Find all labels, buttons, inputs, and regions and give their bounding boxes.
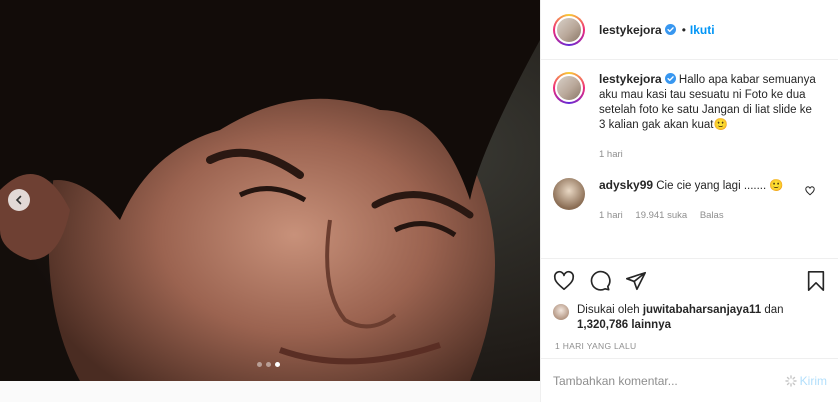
comments-section: lestykejora Hallo apa kabar semuanya aku…: [541, 60, 838, 258]
reply-username[interactable]: adysky99: [599, 178, 653, 192]
reply-text: Cie cie yang lagi ....... 🙂: [656, 180, 784, 192]
carousel-dots: [257, 362, 280, 367]
caption-avatar[interactable]: [553, 72, 585, 104]
carousel-dot: [257, 362, 262, 367]
share-icon[interactable]: [625, 270, 647, 292]
post-comment-label: Kirim: [799, 373, 827, 388]
likes-summary: Disukai oleh juwitabaharsanjaya11 dan 1,…: [553, 303, 827, 333]
reply-time[interactable]: 1 hari: [599, 210, 623, 221]
carousel-prev-button[interactable]: [8, 189, 30, 211]
likes-prefix: Disukai oleh: [577, 304, 640, 316]
post-comment-button[interactable]: Kirim: [784, 373, 827, 388]
header-separator: •: [681, 22, 686, 37]
likes-others[interactable]: 1,320,786 lainnya: [577, 319, 671, 331]
chevron-left-icon: [15, 195, 22, 205]
post-photo[interactable]: [0, 0, 540, 381]
author-avatar[interactable]: [553, 13, 585, 46]
post-header: lestykejora • Ikuti: [541, 0, 838, 60]
reply-button[interactable]: Balas: [700, 210, 724, 221]
comment-icon[interactable]: [589, 270, 611, 292]
caption-time[interactable]: 1 hari: [599, 149, 623, 160]
post-actions: Disukai oleh juwitabaharsanjaya11 dan 1,…: [541, 258, 838, 358]
caption-body: lestykejora Hallo apa kabar semuanya aku…: [599, 72, 819, 133]
heart-icon[interactable]: [553, 270, 575, 292]
reply-comment: adysky99 Cie cie yang lagi ....... 🙂 1 h…: [553, 178, 827, 223]
loading-spinner-icon: [784, 374, 797, 387]
likes-conj: dan: [764, 304, 784, 316]
post-side-panel: lestykejora • Ikuti lestykejora Hallo ap…: [540, 0, 838, 402]
follow-button[interactable]: Ikuti: [690, 23, 715, 37]
carousel-dot-active: [275, 362, 280, 367]
bookmark-icon[interactable]: [805, 270, 827, 292]
caption-username[interactable]: lestykejora: [599, 72, 662, 86]
caption-comment: lestykejora Hallo apa kabar semuanya aku…: [553, 72, 827, 162]
reply-likes[interactable]: 19.941 suka: [635, 210, 687, 221]
reply-avatar[interactable]: [553, 178, 585, 210]
comment-input[interactable]: [553, 373, 785, 388]
photo-image: [0, 0, 540, 381]
posted-time[interactable]: 1 HARI YANG LALU: [553, 341, 827, 351]
add-comment-bar: Kirim: [541, 358, 838, 402]
comment-heart-icon[interactable]: [805, 186, 815, 196]
liker-avatar[interactable]: [553, 304, 569, 320]
photo-bottom-strip: [0, 381, 540, 402]
carousel-dot: [266, 362, 271, 367]
author-username[interactable]: lestykejora: [599, 23, 662, 37]
action-icons-row: [553, 267, 827, 295]
liker-username[interactable]: juwitabaharsanjaya11: [643, 304, 761, 316]
verified-badge-icon: [664, 24, 676, 35]
verified-badge-icon: [664, 73, 676, 84]
caption-meta: 1 hari: [599, 147, 819, 162]
reply-meta: 1 hari 19.941 suka Balas: [599, 208, 784, 223]
